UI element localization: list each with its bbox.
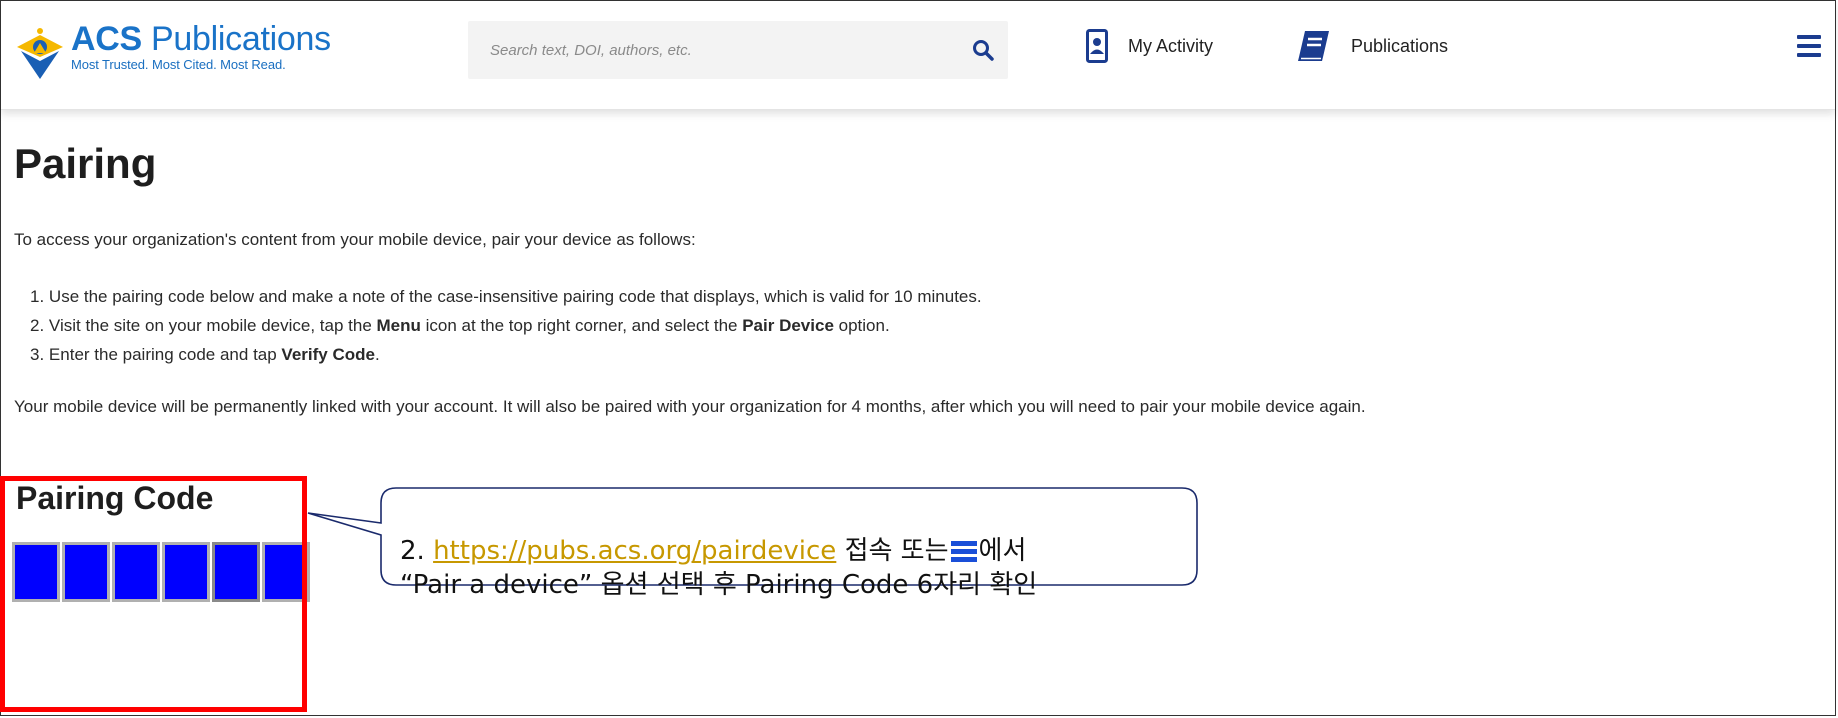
search-icon [973,40,994,61]
nav-publications-label: Publications [1351,35,1449,56]
nav-my-activity[interactable]: My Activity [1086,29,1213,63]
acs-logo-icon [17,28,63,79]
logo-brand: ACS Publications [71,20,331,58]
hamburger-menu-icon [950,541,977,562]
nav-publications[interactable]: Publications [1295,29,1448,63]
hamburger-menu-icon[interactable] [1797,35,1821,62]
callout-line-2: “Pair a device” 옵션 선택 후 Pairing Code 6자리… [400,570,1038,600]
callout-text: 2. https://pubs.acs.org/pairdevice 접속 또는… [400,534,1037,602]
book-icon [1298,31,1329,61]
intro-text: To access your organization's content fr… [14,230,696,249]
pairing-steps: 1. Use the pairing code below and make a… [30,282,982,369]
page-title: Pairing [14,140,157,187]
search-button[interactable] [958,21,1008,79]
id-badge-icon [1086,29,1108,63]
pairdevice-link[interactable]: https://pubs.acs.org/pairdevice [433,536,836,566]
site-header: ACS Publications Most Trusted. Most Cite… [1,1,1835,110]
logo-tagline: Most Trusted. Most Cited. Most Read. [71,57,286,72]
nav-my-activity-label: My Activity [1128,35,1214,56]
search-bar [468,21,1008,79]
highlight-box [0,476,307,712]
step-item: 1. Use the pairing code below and make a… [30,287,982,306]
device-link-note: Your mobile device will be permanently l… [14,397,1366,416]
search-input[interactable] [488,40,958,60]
callout-line-1: 2. https://pubs.acs.org/pairdevice 접속 또는… [400,536,1027,566]
step-item: 3. Enter the pairing code and tap Verify… [30,345,380,364]
step-item: 2. Visit the site on your mobile device,… [30,316,890,335]
acs-logo-link[interactable]: ACS Publications Most Trusted. Most Cite… [15,21,331,81]
